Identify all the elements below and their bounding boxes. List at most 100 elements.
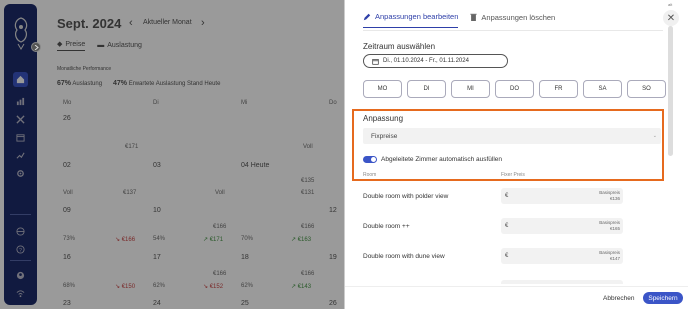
- scrollbar[interactable]: [668, 26, 673, 156]
- autofill-toggle[interactable]: [363, 156, 377, 163]
- day-cell[interactable]: 26: [63, 115, 71, 122]
- adjust-heading: Anpassung: [363, 114, 404, 123]
- chevron-down-icon: ⌄: [652, 133, 657, 139]
- current-month-button[interactable]: Aktueller Monat: [143, 19, 192, 26]
- home-nav[interactable]: [13, 72, 28, 87]
- signal-nav[interactable]: [13, 286, 28, 301]
- panel-footer: Abbrechen Speichern: [345, 286, 688, 309]
- trend-nav[interactable]: [13, 148, 28, 163]
- calendar-background: Sept. 2024 ‹ Aktueller Monat › ◆ Preise …: [45, 0, 345, 309]
- date-range-picker[interactable]: Di., 01.10.2024 - Fr., 01.11.2024: [363, 54, 508, 68]
- weekday-button[interactable]: FR: [539, 80, 578, 98]
- gear-icon: [17, 170, 24, 177]
- weekday-button[interactable]: DI: [407, 80, 446, 98]
- wifi-icon: [16, 290, 25, 298]
- day-cell[interactable]: 02: [63, 162, 71, 169]
- tools-nav[interactable]: [13, 112, 28, 127]
- day-cell[interactable]: 12: [329, 207, 337, 214]
- day-cell[interactable]: 17: [153, 254, 161, 261]
- weekday-button[interactable]: SO: [627, 80, 666, 98]
- price-up-cell: ↗ €171: [203, 237, 224, 243]
- help-icon: ?: [16, 245, 25, 254]
- sidebar-collapse-button[interactable]: [31, 42, 41, 52]
- tab-delete-adjustments[interactable]: Anpassungen löschen: [470, 12, 555, 28]
- panel-tabs: Anpassungen bearbeiten Anpassungen lösch…: [363, 12, 555, 28]
- tab-edit-adjustments[interactable]: Anpassungen bearbeiten: [363, 12, 459, 28]
- tab-divider: [363, 30, 663, 31]
- sidebar-divider: [10, 214, 31, 215]
- chevron-right-icon: [34, 44, 39, 50]
- logo-icon: [14, 17, 28, 50]
- day-cell[interactable]: 23: [63, 300, 71, 307]
- day-cell-today[interactable]: 04 Heute: [241, 162, 269, 169]
- weekday-button[interactable]: DO: [495, 80, 534, 98]
- sidebar-divider: [10, 260, 31, 261]
- globe-icon: [16, 227, 25, 236]
- day-cell[interactable]: 26: [329, 300, 337, 307]
- pencil-icon: [363, 13, 371, 20]
- calendar-tabs: ◆ Preise ▬ Auslastung: [57, 40, 142, 51]
- autofill-label: Abgeleitete Zimmer automatisch ausfüllen: [381, 156, 503, 163]
- weekday-button[interactable]: MI: [451, 80, 490, 98]
- base-price: Basispreis €147: [599, 250, 620, 261]
- day-cell[interactable]: 03: [153, 162, 161, 169]
- day-cell[interactable]: 24: [153, 300, 161, 307]
- occupancy-cell: Voll: [63, 190, 73, 196]
- price-cell: €166: [213, 224, 227, 230]
- day-cell[interactable]: 09: [63, 207, 71, 214]
- help-nav[interactable]: ?: [13, 242, 28, 257]
- adjustment-type-select[interactable]: Fixpreise ⌄: [363, 128, 661, 144]
- fixed-price-input[interactable]: € Basispreis €147: [501, 248, 623, 264]
- calendar-icon: [16, 134, 25, 142]
- close-button[interactable]: ✕: [663, 10, 679, 26]
- close-icon: ✕: [666, 12, 676, 24]
- prev-month-icon[interactable]: ‹: [129, 17, 133, 29]
- save-button[interactable]: Speichern: [643, 292, 683, 304]
- analytics-nav[interactable]: [13, 94, 28, 109]
- fixed-price-input[interactable]: € Basispreis €136: [501, 188, 623, 204]
- weekday-button[interactable]: SA: [583, 80, 622, 98]
- day-cell[interactable]: 19: [329, 254, 337, 261]
- weekday-button[interactable]: MO: [363, 80, 402, 98]
- price-down-cell: ↘ €152: [203, 284, 224, 290]
- scroll-label: alt: [668, 2, 673, 7]
- column-header-room: Room: [363, 172, 377, 178]
- adjustments-panel: alt Anpassungen bearbeiten Anpassungen l…: [344, 0, 688, 309]
- month-title: Sept. 2024: [57, 16, 122, 31]
- fixed-price-input[interactable]: € Basispreis €165: [501, 218, 623, 234]
- day-cell[interactable]: 25: [241, 300, 249, 307]
- price-down-cell: ↘ €166: [115, 237, 136, 243]
- fixed-price-input[interactable]: [501, 280, 623, 284]
- kpi-expected: 47% Erwartete Auslastung Stand Heute: [113, 80, 221, 87]
- performance-label: Monatliche Performance: [57, 66, 112, 72]
- day-cell[interactable]: 10: [153, 207, 161, 214]
- price-cell: €166: [301, 224, 315, 230]
- cancel-button[interactable]: Abbrechen: [603, 295, 634, 302]
- profile-nav[interactable]: [13, 268, 28, 283]
- weekday-selector: MO DI MI DO FR SA SO: [363, 80, 666, 98]
- next-month-icon[interactable]: ›: [201, 17, 205, 29]
- base-price: Basispreis €165: [599, 220, 620, 231]
- globe-nav[interactable]: [13, 224, 28, 239]
- calendar-nav[interactable]: [13, 130, 28, 145]
- room-name: Double room with polder view: [363, 193, 449, 200]
- tab-prices[interactable]: ◆ Preise: [57, 40, 86, 51]
- occupancy-cell: 68%: [63, 283, 76, 289]
- tab-occupancy[interactable]: ▬ Auslastung: [97, 40, 142, 51]
- price-cell: Voll: [303, 144, 313, 150]
- settings-nav[interactable]: [13, 166, 28, 181]
- room-name: Double room with dune view: [363, 253, 445, 260]
- day-cell[interactable]: 18: [241, 254, 249, 261]
- tag-icon: ◆: [57, 41, 63, 48]
- weekday-header: Do: [329, 100, 337, 106]
- room-name: Double room ++: [363, 223, 410, 230]
- kpi-occupancy: 67% Auslastung: [57, 80, 103, 87]
- price-cell: €137: [123, 190, 137, 196]
- day-cell[interactable]: 16: [63, 254, 71, 261]
- bar-chart-icon: [16, 97, 25, 106]
- home-icon: [16, 75, 25, 84]
- occupancy-cell: 54%: [153, 236, 166, 242]
- occupancy-cell: 70%: [241, 236, 254, 242]
- price-cell: €171: [125, 144, 139, 150]
- period-heading: Zeitraum auswählen: [363, 42, 436, 51]
